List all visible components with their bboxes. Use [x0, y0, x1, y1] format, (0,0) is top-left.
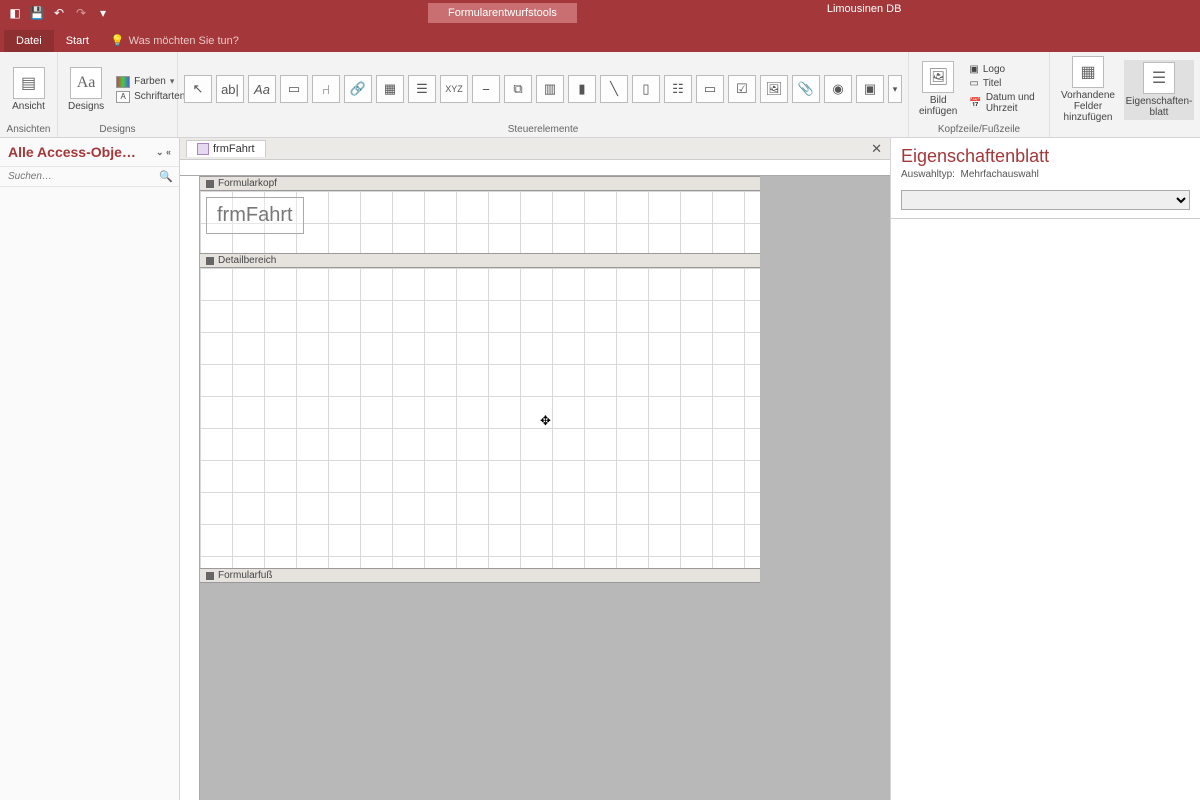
- web-tool-icon[interactable]: ▦: [376, 75, 404, 103]
- subform-tool-icon[interactable]: ▣: [856, 75, 884, 103]
- section-header[interactable]: frmFahrt: [200, 191, 760, 253]
- section-footer-bar[interactable]: Formularfuß: [200, 568, 760, 583]
- fields-icon: ▦: [1072, 56, 1104, 88]
- contextual-tab-label: Formularentwurfstools: [428, 3, 577, 23]
- fonts-icon: A: [116, 91, 130, 103]
- button-tool-icon[interactable]: ▭: [280, 75, 308, 103]
- form-title-label[interactable]: frmFahrt: [206, 197, 304, 234]
- logo-button[interactable]: ▣Logo: [965, 63, 1043, 76]
- calendar-icon: 📅: [969, 98, 981, 109]
- line-tool-icon[interactable]: ╲: [600, 75, 628, 103]
- barchart-tool-icon[interactable]: ▮: [568, 75, 596, 103]
- title-button[interactable]: ▭Titel: [965, 77, 1043, 90]
- title-bar: ◧ 💾 ↶ ↷ ▾ Formularentwurfstools Limousin…: [0, 0, 1200, 26]
- link-tool-icon[interactable]: 🔗: [344, 75, 372, 103]
- form-designer: frmFahrt ✕ Formularkopf frmFahrt Detailb…: [180, 138, 890, 800]
- textbox-tool-icon[interactable]: ab|: [216, 75, 244, 103]
- search-input[interactable]: [6, 169, 159, 184]
- logo-icon: ▣: [969, 64, 978, 75]
- toggle-tool-icon[interactable]: ▯: [632, 75, 660, 103]
- close-icon[interactable]: ✕: [871, 141, 882, 157]
- section-header-bar[interactable]: Formularkopf: [200, 176, 760, 191]
- nav-tool-icon[interactable]: ☰: [408, 75, 436, 103]
- object-tabstrip: frmFahrt ✕: [180, 138, 890, 160]
- tell-me[interactable]: 💡 Was möchten Sie tun?: [101, 29, 249, 52]
- view-button[interactable]: ▤Ansicht: [6, 65, 51, 114]
- property-grid[interactable]: [891, 219, 1200, 800]
- picture-icon: 🖼: [922, 61, 954, 93]
- image-tool-icon[interactable]: 🖼: [760, 75, 788, 103]
- vertical-ruler: [180, 176, 200, 800]
- pagebreak-tool-icon[interactable]: ⎯: [472, 75, 500, 103]
- tab-start[interactable]: Start: [54, 30, 101, 52]
- tab-tool-icon[interactable]: ⑁: [312, 75, 340, 103]
- select-tool-icon[interactable]: ↖: [184, 75, 212, 103]
- tab-file[interactable]: Datei: [4, 30, 54, 52]
- ribbon-tabs: Datei Start 💡 Was möchten Sie tun?: [0, 26, 1200, 52]
- move-cursor-icon: ✥: [540, 413, 551, 429]
- checkbox-tool-icon[interactable]: ☑: [728, 75, 756, 103]
- datetime-button[interactable]: 📅Datum und Uhrzeit: [965, 91, 1043, 115]
- section-detail[interactable]: ✥: [200, 268, 760, 568]
- view-icon: ▤: [13, 67, 45, 99]
- option-tool-icon[interactable]: ◉: [824, 75, 852, 103]
- propsheet-icon: ☰: [1143, 62, 1175, 94]
- access-icon: ◧: [6, 4, 24, 22]
- colors-icon: [116, 76, 130, 88]
- undo-icon[interactable]: ↶: [50, 4, 68, 22]
- title-icon: ▭: [969, 78, 978, 89]
- quick-access-toolbar: ◧ 💾 ↶ ↷ ▾: [0, 4, 118, 22]
- rect-tool-icon[interactable]: ▭: [696, 75, 724, 103]
- listbox-tool-icon[interactable]: ☷: [664, 75, 692, 103]
- bulb-icon: 💡: [111, 34, 125, 47]
- themes-button[interactable]: AaDesigns: [64, 65, 108, 114]
- insert-image-button[interactable]: 🖼Bild einfügen: [915, 59, 961, 119]
- property-sheet: Eigenschaftenblatt Auswahltyp: Mehrfacha…: [890, 138, 1200, 800]
- save-icon[interactable]: 💾: [28, 4, 46, 22]
- form-tab[interactable]: frmFahrt: [186, 140, 266, 157]
- ribbon: ▤Ansicht Ansichten AaDesigns Farben▾ ASc…: [0, 52, 1200, 138]
- propsheet-title: Eigenschaftenblatt: [901, 146, 1190, 167]
- more-controls-icon[interactable]: ▾: [888, 75, 902, 103]
- redo-icon[interactable]: ↷: [72, 4, 90, 22]
- chart-tool-icon[interactable]: ▥: [536, 75, 564, 103]
- add-fields-button[interactable]: ▦Vorhandene Felder hinzufügen: [1056, 54, 1120, 125]
- database-name: Limousinen DB: [827, 3, 902, 23]
- section-footer[interactable]: [200, 583, 760, 743]
- label-tool-icon[interactable]: Aa: [248, 75, 276, 103]
- form-icon: [197, 143, 209, 155]
- property-sheet-button[interactable]: ☰Eigenschaften-blatt: [1124, 60, 1194, 120]
- group-tool-icon[interactable]: XYZ: [440, 75, 468, 103]
- navpane-header[interactable]: Alle Access-Obje… ⌄ «: [0, 138, 179, 167]
- navigation-pane: Alle Access-Obje… ⌄ « 🔍: [0, 138, 180, 800]
- combo-tool-icon[interactable]: ⧉: [504, 75, 532, 103]
- propsheet-object-select[interactable]: [901, 190, 1190, 210]
- themes-icon: Aa: [70, 67, 102, 99]
- attachment-tool-icon[interactable]: 📎: [792, 75, 820, 103]
- search-icon[interactable]: 🔍: [159, 170, 173, 183]
- navpane-search[interactable]: 🔍: [0, 167, 179, 187]
- section-detail-bar[interactable]: Detailbereich: [200, 253, 760, 268]
- horizontal-ruler: [180, 160, 890, 176]
- chevron-down-icon[interactable]: ⌄ «: [156, 147, 171, 158]
- tell-me-placeholder: Was möchten Sie tun?: [129, 35, 239, 47]
- controls-gallery[interactable]: ↖ ab| Aa ▭ ⑁ 🔗 ▦ ☰ XYZ ⎯ ⧉ ▥ ▮ ╲ ▯ ☷ ▭ ☑…: [184, 54, 902, 124]
- qat-customize-icon[interactable]: ▾: [94, 4, 112, 22]
